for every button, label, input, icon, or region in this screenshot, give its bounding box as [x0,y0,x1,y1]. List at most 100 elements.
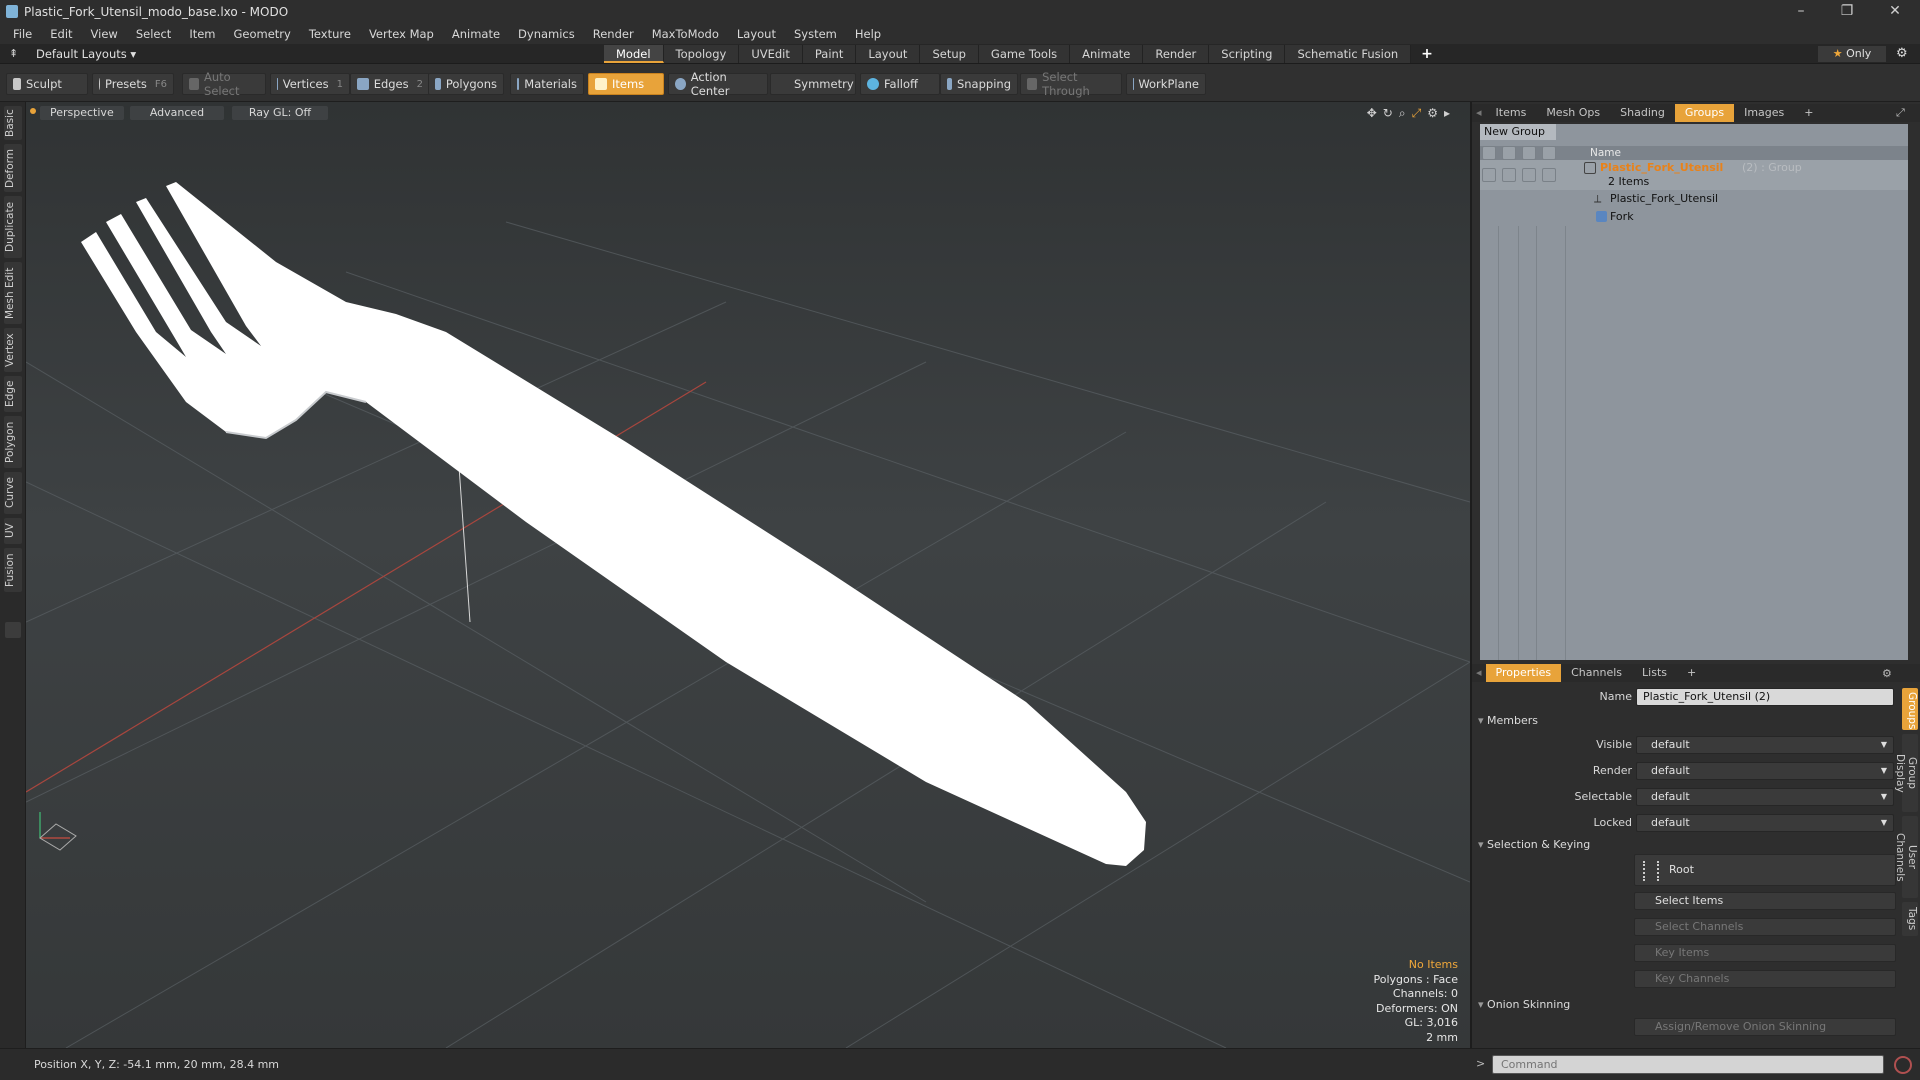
gear-icon[interactable]: ⚙ [1896,46,1908,61]
members-section[interactable]: Members [1478,714,1538,727]
workplane-button[interactable]: WorkPlane [1126,73,1206,95]
tab-scripting[interactable]: Scripting [1209,45,1286,63]
side-tab-group-display[interactable]: Group Display [1894,734,1918,812]
name-field[interactable]: Plastic_Fork_Utensil (2) [1636,688,1894,706]
menu-system[interactable]: System [785,27,846,41]
left-tab-uv[interactable]: UV [4,518,22,544]
visibility-toggle-icon[interactable] [1482,168,1496,182]
snapping-button[interactable]: Snapping [940,73,1018,95]
side-tab-tags[interactable]: Tags [1902,902,1918,936]
add-properties-tab-button[interactable]: + [1677,664,1706,682]
tab-game-tools[interactable]: Game Tools [978,45,1071,63]
tab-paint[interactable]: Paint [802,45,857,63]
select-through-button[interactable]: Select Through [1020,70,1122,98]
panel-expand-icon[interactable]: ⤢ [1896,106,1905,120]
visible-dropdown[interactable]: default ▼ [1636,736,1894,754]
items-button[interactable]: Items [588,73,664,95]
visibility-column-icon[interactable] [1482,146,1496,160]
menu-item[interactable]: Item [180,27,224,41]
only-toggle[interactable]: ★ Only [1818,46,1886,62]
tab-channels[interactable]: Channels [1561,664,1632,682]
maximize-button[interactable]: ❐ [1824,0,1870,24]
side-tab-user-channels[interactable]: User Channels [1894,816,1918,898]
select-items-button[interactable]: Select Items [1634,892,1896,910]
tab-setup[interactable]: Setup [920,45,979,63]
tab-lists[interactable]: Lists [1632,664,1677,682]
layout-collapse-icon[interactable]: ⇞ [9,47,18,60]
new-group-button[interactable]: New Group [1480,124,1556,140]
render-dropdown[interactable]: default ▼ [1636,762,1894,780]
vertices-button[interactable]: Vertices 1 [270,73,350,95]
tab-topology[interactable]: Topology [663,45,740,63]
left-tab-vertex[interactable]: Vertex [4,328,22,372]
add-panel-tab-button[interactable]: + [1794,104,1823,122]
tab-images[interactable]: Images [1734,104,1794,122]
viewport-expand-icon[interactable]: ▸ [1444,106,1450,121]
locked-dropdown[interactable]: default ▼ [1636,814,1894,832]
select-channels-button[interactable]: Select Channels [1634,918,1896,936]
lock-column-icon[interactable] [1542,146,1556,160]
auto-select-button[interactable]: Auto Select [182,70,266,98]
left-tab-fusion[interactable]: Fusion [4,548,22,592]
command-input[interactable] [1492,1055,1884,1074]
3d-viewport[interactable]: Perspective Advanced Ray GL: Off ✥ ↻ ⌕ ⤢… [26,102,1470,1048]
render-toggle-icon[interactable] [1502,168,1516,182]
materials-button[interactable]: Materials [510,73,584,95]
left-tab-basic[interactable]: Basic [4,106,22,140]
left-tab-polygon[interactable]: Polygon [4,416,22,468]
select-column-icon[interactable] [1522,146,1536,160]
group-row-plastic-fork-utensil[interactable]: Plastic_Fork_Utensil (2) : Group 2 Items [1480,160,1908,190]
panel-toggle-icon[interactable] [5,622,21,638]
action-center-button[interactable]: Action Center [668,70,768,98]
edges-button[interactable]: Edges 2 [350,73,430,95]
close-button[interactable]: ✕ [1872,0,1918,24]
left-tab-edge[interactable]: Edge [4,376,22,412]
tab-animate[interactable]: Animate [1070,45,1144,63]
select-toggle-icon[interactable] [1522,168,1536,182]
menu-view[interactable]: View [82,27,127,41]
properties-settings-icon[interactable]: ⚙ [1882,667,1892,680]
tab-schematic-fusion[interactable]: Schematic Fusion [1285,45,1412,63]
group-child-plastic-fork-utensil[interactable]: ⟂ Plastic_Fork_Utensil [1480,190,1908,208]
tab-render[interactable]: Render [1143,45,1210,63]
tab-shading[interactable]: Shading [1610,104,1675,122]
record-icon[interactable] [1894,1056,1912,1074]
tab-items[interactable]: Items [1486,104,1537,122]
menu-edit[interactable]: Edit [41,27,81,41]
menu-geometry[interactable]: Geometry [225,27,300,41]
root-button[interactable]: Root [1634,854,1896,886]
key-items-button[interactable]: Key Items [1634,944,1896,962]
falloff-button[interactable]: Falloff [860,73,940,95]
selection-keying-section[interactable]: Selection & Keying [1478,838,1590,851]
onion-skinning-section[interactable]: Onion Skinning [1478,998,1570,1011]
menu-select[interactable]: Select [127,27,180,41]
zoom-icon[interactable]: ⌕ [1399,106,1406,121]
perspective-dropdown[interactable]: Perspective [40,106,124,120]
menu-dynamics[interactable]: Dynamics [509,27,584,41]
tab-uvedit[interactable]: UVEdit [739,45,803,63]
panel-menu-icon[interactable]: ◂ [1472,104,1486,122]
tab-layout[interactable]: Layout [856,45,921,63]
fit-icon[interactable]: ⤢ [1412,106,1422,121]
tab-mesh-ops[interactable]: Mesh Ops [1536,104,1610,122]
viewport-menu-icon[interactable] [30,108,36,114]
default-layouts-dropdown[interactable]: Default Layouts ▾ [36,47,136,61]
rotate-icon[interactable]: ↻ [1383,106,1393,121]
left-tab-mesh-edit[interactable]: Mesh Edit [4,262,22,324]
tab-model[interactable]: Model [604,45,664,63]
menu-animate[interactable]: Animate [443,27,509,41]
left-tab-duplicate[interactable]: Duplicate [4,196,22,258]
group-child-fork[interactable]: Fork [1480,208,1908,226]
left-tab-curve[interactable]: Curve [4,472,22,514]
menu-layout[interactable]: Layout [728,27,785,41]
left-tab-deform[interactable]: Deform [4,144,22,192]
menu-maxtomodo[interactable]: MaxToModo [643,27,728,41]
tab-groups[interactable]: Groups [1674,104,1735,122]
lock-toggle-icon[interactable] [1542,168,1556,182]
render-column-icon[interactable] [1502,146,1516,160]
tab-properties[interactable]: Properties [1485,664,1562,682]
selectable-dropdown[interactable]: default ▼ [1636,788,1894,806]
pan-icon[interactable]: ✥ [1367,106,1377,121]
side-tab-groups[interactable]: Groups [1902,688,1918,730]
key-channels-button[interactable]: Key Channels [1634,970,1896,988]
